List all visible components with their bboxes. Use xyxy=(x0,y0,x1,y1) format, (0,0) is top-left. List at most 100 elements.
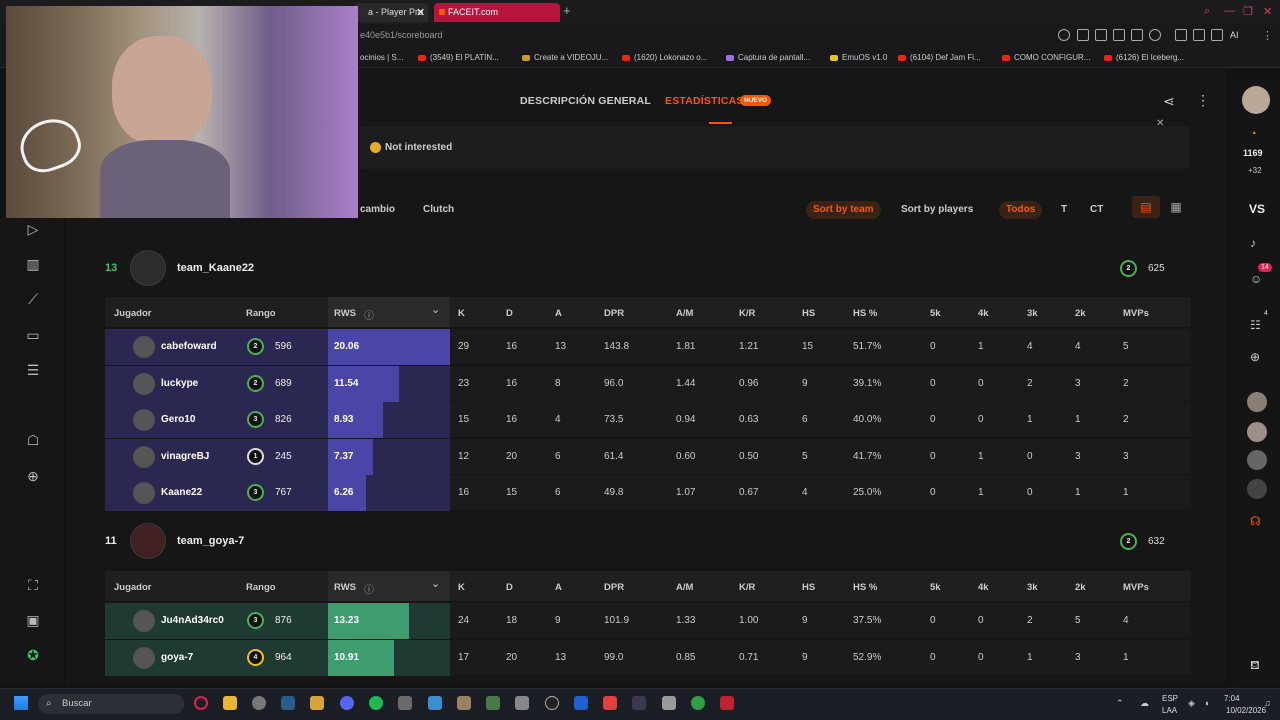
col-header-stat[interactable]: D xyxy=(506,582,513,593)
bookmark-icon[interactable] xyxy=(1077,29,1089,41)
player-name[interactable]: luckype xyxy=(161,378,198,389)
player-row[interactable]: luckype 2 689 11.54 23 16 8 96.0 1.44 0.96 9 39… xyxy=(105,365,1191,402)
player-row[interactable]: Gero10 3 826 8.93 15 16 4 73.5 0.94 0.63 6 40.0… xyxy=(105,402,1191,438)
col-header-rws[interactable]: RWS xyxy=(334,582,356,593)
col-header-stat[interactable]: K/R xyxy=(739,582,755,593)
col-header-stat[interactable]: 3k xyxy=(1027,582,1038,593)
download-icon[interactable] xyxy=(1211,29,1223,41)
maximize-icon[interactable]: ❐ xyxy=(1243,5,1253,18)
grid-view-icon[interactable]: ▦ xyxy=(1162,196,1190,218)
side-filter-t[interactable]: T xyxy=(1054,201,1074,219)
premium-icon[interactable]: ✪ xyxy=(24,647,42,664)
col-header-stat[interactable]: K xyxy=(458,308,465,319)
col-header-rws[interactable]: RWS xyxy=(334,308,356,319)
volume-icon[interactable]: ◖ xyxy=(1204,698,1209,708)
col-header-stat[interactable]: MVPs xyxy=(1123,308,1149,319)
url-field[interactable]: e40e5b1/scoreboard xyxy=(360,30,443,40)
notifications-icon[interactable]: ♪ xyxy=(1250,236,1256,250)
col-header-stat[interactable]: MVPs xyxy=(1123,582,1149,593)
app-icon[interactable] xyxy=(632,696,646,710)
bookmark-item[interactable]: Captura de pantall... xyxy=(726,53,810,62)
discord-icon[interactable] xyxy=(340,696,354,710)
extensions-icon[interactable] xyxy=(1175,29,1187,41)
col-header-stat[interactable]: A/M xyxy=(676,582,693,593)
app-icon[interactable] xyxy=(457,696,471,710)
player-name[interactable]: cabefoward xyxy=(161,341,217,352)
bookmark-item[interactable]: (6104) Def Jam Fi... xyxy=(898,53,981,62)
zoom-icon[interactable] xyxy=(1058,29,1070,41)
bookmark-item[interactable]: COMO CONFIGUR... xyxy=(1002,53,1090,62)
sort-chevron-down-icon[interactable]: ⌄ xyxy=(431,577,440,590)
friend-avatar[interactable] xyxy=(1247,422,1267,442)
col-header-stat[interactable]: D xyxy=(506,308,513,319)
col-header-stat[interactable]: A/M xyxy=(676,308,693,319)
col-header-stat[interactable]: A xyxy=(555,582,562,593)
play-icon[interactable] xyxy=(1131,29,1143,41)
col-header-stat[interactable]: DPR xyxy=(604,308,624,319)
side-filter-all[interactable]: Todos xyxy=(999,201,1043,219)
player-avatar[interactable] xyxy=(133,372,155,395)
player-avatar[interactable] xyxy=(133,336,155,358)
col-header-rank[interactable]: Rango xyxy=(246,582,276,593)
info-icon[interactable]: ⓘ xyxy=(364,581,374,596)
play-icon[interactable]: ▷ xyxy=(24,221,42,238)
col-header-stat[interactable]: 4k xyxy=(978,582,989,593)
player-name[interactable]: vinagreBJ xyxy=(161,451,209,462)
close-banner-icon[interactable]: ✕ xyxy=(1156,118,1164,129)
steam-icon[interactable] xyxy=(281,696,295,710)
sort-by-players-button[interactable]: Sort by players xyxy=(894,201,980,219)
tab-statistics[interactable]: ESTADÍSTICAS xyxy=(665,95,744,107)
reader-icon[interactable] xyxy=(1113,29,1125,41)
support-icon[interactable]: ☊ xyxy=(1250,514,1261,528)
team1-name[interactable]: team_Kaane22 xyxy=(177,262,254,274)
start-icon[interactable] xyxy=(14,696,28,710)
network-icon[interactable]: ◈ xyxy=(1188,698,1195,709)
add-friend-icon[interactable]: ⊕ xyxy=(1250,350,1260,364)
player-name[interactable]: Gero10 xyxy=(161,414,195,425)
friend-avatar[interactable] xyxy=(1247,479,1267,499)
shop-icon[interactable]: ▣ xyxy=(24,612,42,629)
app-icon[interactable] xyxy=(398,696,412,710)
col-header-player[interactable]: Jugador xyxy=(114,308,151,319)
bookmark-item[interactable]: EmuOS v1.0 xyxy=(830,53,887,62)
player-row[interactable]: cabefoward 2 596 20.06 29 16 13 143.8 1.81 1.… xyxy=(105,329,1191,365)
col-header-stat[interactable]: 2k xyxy=(1075,308,1086,319)
app-icon[interactable] xyxy=(603,696,617,710)
info-icon[interactable]: ⓘ xyxy=(364,307,374,322)
bookmark-item[interactable]: (6126) El Iceberg... xyxy=(1104,53,1184,62)
share-icon[interactable]: ⋖ xyxy=(1163,93,1175,110)
user-avatar[interactable] xyxy=(1242,86,1270,114)
col-header-stat[interactable]: HS xyxy=(802,582,815,593)
clock-time[interactable]: 7:04 xyxy=(1224,694,1240,703)
video-icon[interactable]: ▭ xyxy=(24,327,42,344)
close-window-icon[interactable]: ✕ xyxy=(1263,5,1272,18)
col-header-stat[interactable]: HS % xyxy=(853,308,877,319)
player-avatar[interactable] xyxy=(133,482,155,504)
team2-name[interactable]: team_goya-7 xyxy=(177,535,244,547)
app-icon[interactable] xyxy=(486,696,500,710)
taskbar-search[interactable]: Buscar xyxy=(38,694,184,714)
clubs-icon[interactable]: ☖ xyxy=(24,432,42,449)
player-avatar[interactable] xyxy=(133,610,155,632)
player-row[interactable]: goya-7 4 964 10.91 17 20 13 99.0 0.85 0.71 9 52… xyxy=(105,639,1191,676)
party-icon[interactable]: ☷ xyxy=(1250,318,1261,332)
player-row[interactable]: Kaane22 3 767 6.26 16 15 6 49.8 1.07 0.67 4 25.… xyxy=(105,475,1191,511)
sort-chevron-down-icon[interactable]: ⌄ xyxy=(431,303,440,316)
col-header-stat[interactable]: HS xyxy=(802,308,815,319)
add-icon[interactable]: ⊕ xyxy=(24,468,42,485)
vs-button[interactable]: VS xyxy=(1249,202,1265,216)
notification-bell-icon[interactable]: ♫ xyxy=(1264,698,1271,708)
side-filter-ct[interactable]: CT xyxy=(1083,201,1110,219)
filter-cambio[interactable]: cambio xyxy=(353,201,402,219)
not-interested-button[interactable]: Not interested xyxy=(385,142,452,153)
bookmark-item[interactable]: (3549) El PLATIN... xyxy=(418,53,499,62)
friend-avatar[interactable] xyxy=(1247,450,1267,470)
col-header-stat[interactable]: K xyxy=(458,582,465,593)
friends-icon[interactable]: ☺ xyxy=(1250,272,1262,286)
player-name[interactable]: goya-7 xyxy=(161,652,193,663)
screenshot-icon[interactable] xyxy=(1095,29,1107,41)
col-header-stat[interactable]: K/R xyxy=(739,308,755,319)
col-header-rank[interactable]: Rango xyxy=(246,308,276,319)
col-header-stat[interactable]: 2k xyxy=(1075,582,1086,593)
close-tab-icon[interactable]: ✕ xyxy=(416,6,425,19)
